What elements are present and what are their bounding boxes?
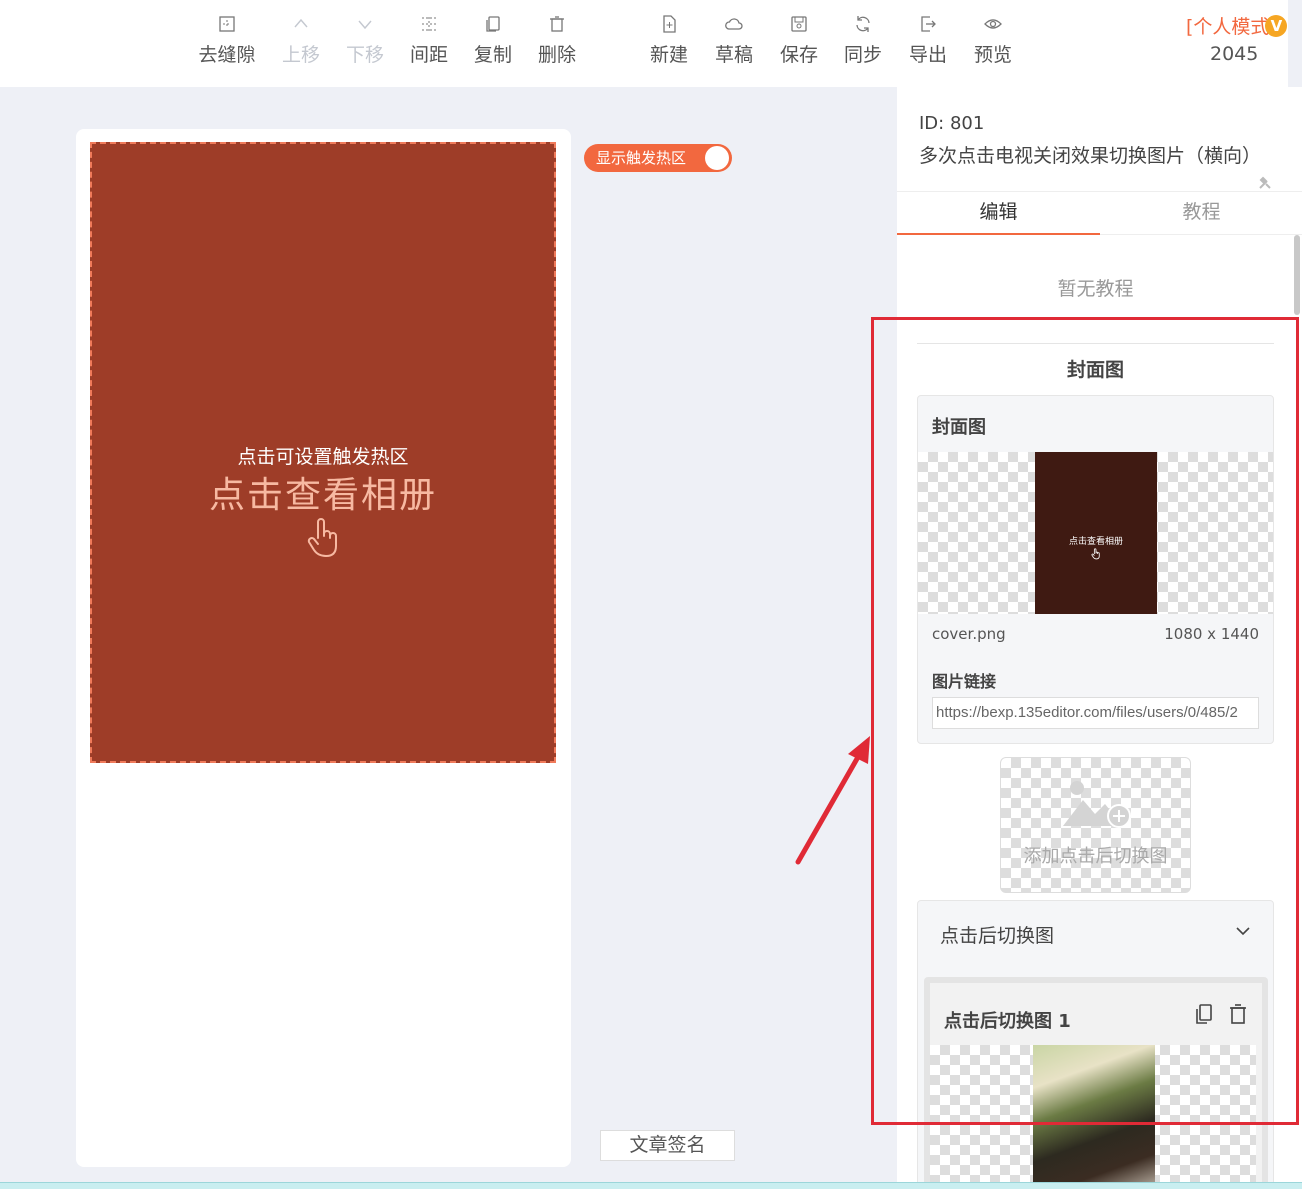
switch-image-preview[interactable] [930,1045,1256,1189]
toggle-knob [705,146,729,170]
tab-tutorial[interactable]: 教程 [1100,192,1302,235]
cover-text: 点击查看相册 [208,475,437,516]
cover-hotspot[interactable]: 点击可设置触发热区 点击查看相册 [90,142,556,763]
copy-icon[interactable] [1194,1003,1214,1025]
trash-icon[interactable] [1228,1003,1248,1025]
save-label: 保存 [779,44,818,66]
accordion-title[interactable]: 点击后切换图 [940,921,1054,948]
copy-icon [462,10,524,36]
chevron-down-icon[interactable] [1235,925,1251,937]
show-hotspot-toggle[interactable]: 显示触发热区 [584,144,732,172]
move-down-icon [334,10,396,36]
spacing-icon [398,10,460,36]
save-button[interactable]: 保存 [768,10,830,72]
mode-label: [个人模式 [1186,16,1270,38]
switch-image-item: 点击后切换图 1 [924,977,1268,1189]
signature-button[interactable]: 文章签名 [600,1130,735,1161]
annotation-arrow-icon [795,736,870,865]
remove-gap-button[interactable]: 去缝隙 [196,10,258,72]
move-up-button[interactable]: 上移 [270,10,332,72]
hand-pointer-icon [307,518,337,557]
new-label: 新建 [649,44,688,66]
image-link-label: 图片链接 [932,672,997,691]
move-up-label: 上移 [281,44,320,66]
image-link-input[interactable]: https://bexp.135editor.com/files/users/0… [932,697,1259,729]
cover-card: 封面图 点击查看相册 cover.png 1080 x 1440 图片链接 ht… [917,395,1274,744]
spacing-label: 间距 [409,44,448,66]
bottom-strip [0,1182,1302,1189]
cover-card-title: 封面图 [932,417,986,438]
tools-icon[interactable] [1257,175,1273,191]
mode-switch[interactable]: [个人模式V [1186,12,1288,39]
sync-button[interactable]: 同步 [832,10,894,72]
export-button[interactable]: 导出 [897,10,959,72]
add-image-icon [1063,781,1131,828]
no-tutorial-text: 暂无教程 [1057,278,1134,300]
hotspot-hint: 点击可设置触发热区 [237,446,409,468]
preview-button[interactable]: 预览 [962,10,1024,72]
settings-panel: ID: 801 多次点击电视关闭效果切换图片（横向） 编辑 教程 暂无教程 封面… [897,87,1302,1189]
add-switch-image-button[interactable]: 添加点击后切换图 [1000,757,1191,893]
toolbar: 去缝隙 上移 下移 间距 复制 删除 新建 草稿 保存 同步 导出 预览 [个人… [0,0,1288,87]
save-icon [768,10,830,36]
move-down-label: 下移 [345,44,384,66]
draft-label: 草稿 [714,44,753,66]
trash-icon [526,10,588,36]
remove-gap-icon [196,10,258,36]
move-down-button[interactable]: 下移 [334,10,396,72]
add-switch-image-label: 添加点击后切换图 [1023,846,1168,867]
template-title: 多次点击电视关闭效果切换图片（横向） [919,145,1262,167]
export-icon [897,10,959,36]
delete-button[interactable]: 删除 [526,10,588,72]
switch-image-item-body: 点击后切换图 1 [930,983,1262,1189]
draft-button[interactable]: 草稿 [703,10,765,72]
cloud-icon [703,10,765,36]
cover-preview[interactable]: 点击查看相册 [918,452,1273,614]
copy-label: 复制 [473,44,512,66]
export-label: 导出 [908,44,947,66]
panel-tabs: 编辑 教程 [897,191,1302,235]
remove-gap-label: 去缝隙 [198,44,256,66]
move-up-icon [270,10,332,36]
section-title: 封面图 [1066,359,1124,381]
template-id: ID: 801 [919,113,985,134]
cover-thumbnail: 点击查看相册 [1035,452,1157,614]
vip-badge-icon: V [1265,15,1288,37]
preview-label: 预览 [973,44,1012,66]
hand-pointer-icon [1091,548,1100,560]
sync-icon [832,10,894,36]
panel-scrollbar[interactable] [1294,235,1300,315]
tab-edit[interactable]: 编辑 [897,192,1100,235]
delete-label: 删除 [537,44,576,66]
divider [917,343,1274,344]
file-name: cover.png [932,625,1006,643]
credit-count: 2045 [1210,43,1259,65]
switch-image-photo [1033,1045,1155,1189]
thumbnail-text: 点击查看相册 [1068,537,1123,547]
new-button[interactable]: 新建 [638,10,700,72]
copy-button[interactable]: 复制 [462,10,524,72]
switch-images-accordion: 点击后切换图 点击后切换图 1 [917,900,1274,1189]
switch-image-title: 点击后切换图 1 [944,1011,1071,1032]
file-dimensions: 1080 x 1440 [1164,625,1259,643]
sync-label: 同步 [843,44,882,66]
new-file-icon [638,10,700,36]
toggle-label: 显示触发热区 [596,149,687,167]
eye-icon [962,10,1024,36]
spacing-button[interactable]: 间距 [398,10,460,72]
